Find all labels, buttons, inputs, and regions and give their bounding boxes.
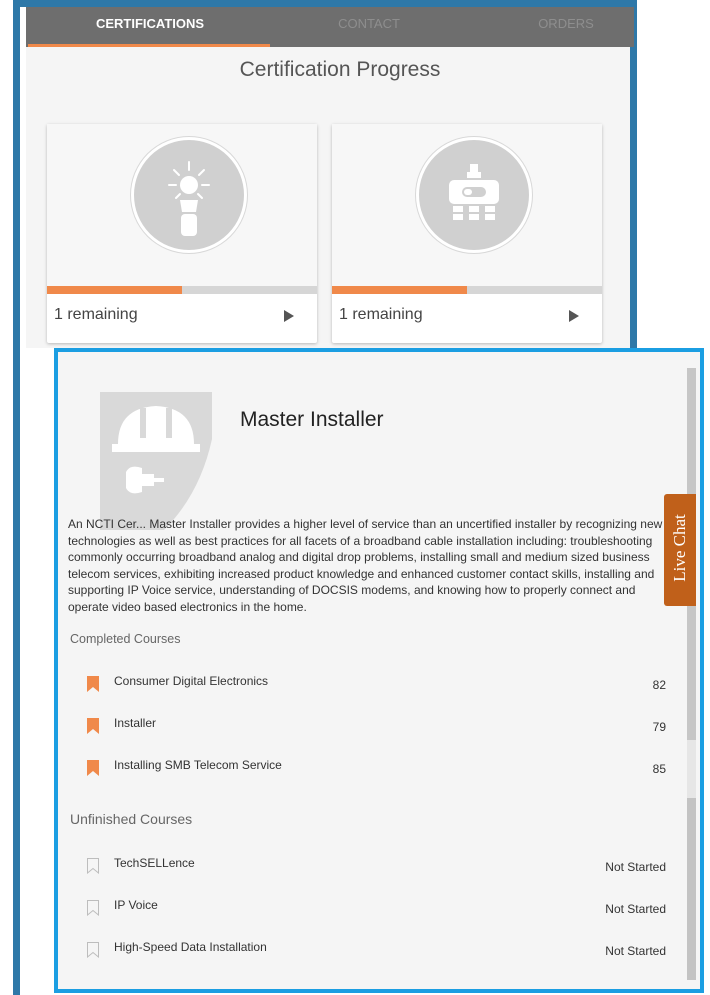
frame-border-top <box>13 0 637 7</box>
progress-bar <box>332 286 602 294</box>
course-status: Not Started <box>605 860 666 874</box>
live-chat-label: Live Chat <box>670 514 689 582</box>
bookmark-outline-icon <box>87 900 99 916</box>
completed-course-item[interactable]: Consumer Digital Electronics 82 <box>86 674 666 694</box>
course-name: Consumer Digital Electronics <box>114 674 269 688</box>
completed-course-item[interactable]: Installing SMB Telecom Service 85 <box>86 758 666 778</box>
course-name: TechSELLence <box>114 856 195 870</box>
course-name: IP Voice <box>114 898 158 912</box>
scrollbar[interactable] <box>687 368 696 980</box>
course-score: 85 <box>652 762 666 776</box>
course-status: Not Started <box>605 944 666 958</box>
completed-course-item[interactable]: Installer 79 <box>86 716 666 736</box>
progress-fill <box>47 286 182 294</box>
completed-courses-heading: Completed Courses <box>70 632 181 646</box>
certification-card[interactable]: 1 remaining <box>332 124 602 343</box>
scrollbar-lower-track <box>687 798 696 980</box>
course-name: Installing SMB Telecom Service <box>114 758 282 772</box>
certification-description: An NCTI Cer... Master Installer provides… <box>68 517 663 614</box>
tab-certifications[interactable]: CERTIFICATIONS <box>26 7 274 47</box>
bookmark-outline-icon <box>87 858 99 874</box>
tab-orders[interactable]: ORDERS <box>496 7 636 47</box>
frame-border-left <box>13 0 20 995</box>
bookmark-outline-icon <box>87 942 99 958</box>
card-image-area <box>47 124 317 286</box>
course-name: Installer <box>114 716 157 730</box>
course-name: High-Speed Data Installation <box>114 940 267 954</box>
remaining-label: 1 remaining <box>339 306 423 323</box>
section-title: Certification Progress <box>239 58 441 81</box>
course-status: Not Started <box>605 902 666 916</box>
progress-bar <box>47 286 317 294</box>
course-score: 79 <box>652 720 666 734</box>
unfinished-course-item[interactable]: High-Speed Data Installation Not Started <box>86 940 666 960</box>
cable-splitter-icon <box>416 137 532 253</box>
tab-bar: CERTIFICATIONS CONTACT ORDERS <box>26 7 634 47</box>
bookmark-filled-icon <box>87 676 99 692</box>
lightbulb-icon <box>131 137 247 253</box>
certification-card[interactable]: 1 remaining <box>47 124 317 343</box>
certification-title: Master Installer <box>240 408 384 431</box>
live-chat-button[interactable]: Live Chat <box>664 494 696 606</box>
bookmark-filled-icon <box>87 760 99 776</box>
bookmark-filled-icon <box>87 718 99 734</box>
remaining-label: 1 remaining <box>54 306 138 323</box>
play-icon[interactable] <box>569 310 579 322</box>
unfinished-courses-heading: Unfinished Courses <box>70 811 193 827</box>
course-score: 82 <box>652 678 666 692</box>
unfinished-course-item[interactable]: TechSELLence Not Started <box>86 856 666 876</box>
unfinished-course-item[interactable]: IP Voice Not Started <box>86 898 666 918</box>
card-image-area <box>332 124 602 286</box>
play-icon[interactable] <box>284 310 294 322</box>
tab-contact[interactable]: CONTACT <box>274 7 464 47</box>
progress-fill <box>332 286 467 294</box>
certification-detail-panel: Master Installer An NCTI Cer... Master I… <box>54 348 704 993</box>
frame-border-right <box>630 0 637 348</box>
